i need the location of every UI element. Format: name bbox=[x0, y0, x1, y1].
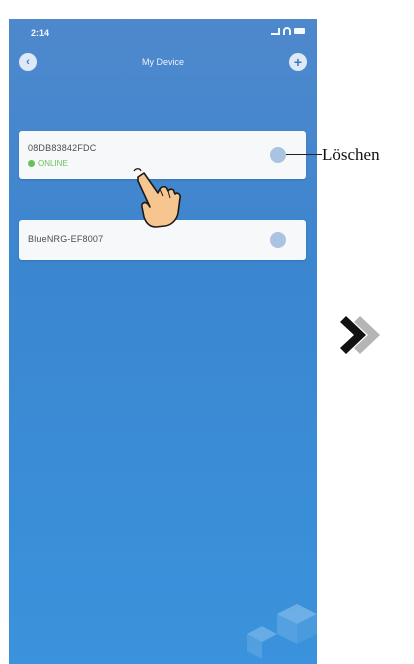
plus-icon: + bbox=[293, 54, 303, 70]
tap-hand-icon bbox=[133, 168, 181, 228]
online-dot-icon bbox=[28, 160, 35, 167]
status-time: 2:14 bbox=[31, 28, 50, 38]
wifi-icon bbox=[283, 27, 291, 35]
callout-line bbox=[286, 154, 322, 155]
device-status-label: ONLINE bbox=[38, 159, 68, 168]
device-name: 08DB83842FDC bbox=[28, 143, 97, 153]
device-status: ONLINE bbox=[28, 159, 68, 168]
delete-button[interactable] bbox=[270, 147, 286, 163]
status-icons bbox=[271, 27, 305, 35]
callout-label: Löschen bbox=[322, 145, 380, 164]
signal-icon bbox=[271, 27, 280, 35]
device-name: BlueNRG-EF8007 bbox=[28, 234, 104, 244]
delete-button[interactable] bbox=[270, 232, 286, 248]
battery-icon bbox=[294, 28, 305, 34]
page-title: My Device bbox=[141, 57, 184, 67]
status-bar: 2:14 bbox=[9, 19, 317, 47]
add-device-button[interactable]: + bbox=[289, 53, 307, 71]
nav-bar: ‹ My Device + bbox=[9, 49, 317, 75]
decorative-cubes bbox=[247, 604, 317, 659]
next-arrow-icon bbox=[340, 316, 380, 354]
phone-screen: 2:14 ‹ My Device + 08DB83842FDC ONLINE B… bbox=[9, 19, 317, 664]
